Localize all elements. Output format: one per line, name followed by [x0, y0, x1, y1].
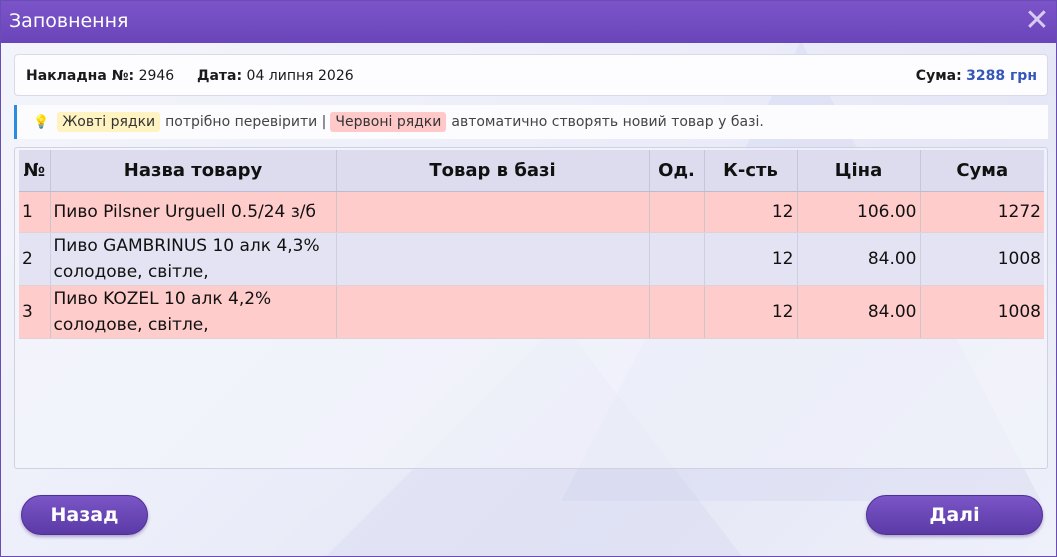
back-button[interactable]: Назад: [21, 495, 148, 535]
close-icon[interactable]: ✕: [1022, 6, 1052, 36]
invoice-sum-label: Сума:: [915, 68, 962, 84]
cell-db-item[interactable]: [336, 285, 650, 339]
table-row[interactable]: 3 Пиво KOZEL 10 алк 4,2% солодове, світле…: [19, 285, 1044, 339]
hint-text-2: автоматично створять новий товар у базі.: [451, 114, 764, 130]
cell-no: 1: [19, 191, 51, 233]
invoice-sum: Сума: 3288 грн: [916, 68, 1037, 84]
window-title: Заповнення: [9, 10, 129, 32]
cell-unit: [649, 191, 705, 233]
column-header-db-item[interactable]: Товар в базі: [336, 150, 650, 192]
cell-unit: [649, 285, 705, 339]
cell-name: Пиво GAMBRINUS 10 алк 4,3% солодове, сві…: [50, 232, 337, 286]
column-header-name[interactable]: Назва товару: [50, 150, 337, 192]
cell-no: 3: [19, 285, 51, 339]
title-bar: Заповнення ✕: [1, 1, 1056, 43]
cell-price: 84.00: [797, 232, 921, 286]
cell-qty: 12: [704, 232, 798, 286]
items-table-panel: № Назва товару Товар в базі Од. К-сть Ці…: [14, 147, 1048, 469]
invoice-number-value: 2946: [138, 68, 175, 84]
yellow-rows-tag: Жовті рядки: [57, 112, 161, 132]
cell-name: Пиво KOZEL 10 алк 4,2% солодове, світле,: [50, 285, 337, 339]
invoice-date: Дата: 04 липня 2026: [197, 68, 354, 84]
cell-sum: 1008: [920, 285, 1044, 339]
table-header-row: № Назва товару Товар в базі Од. К-сть Ці…: [19, 150, 1044, 192]
lightbulb-icon: 💡: [33, 114, 50, 130]
column-header-price[interactable]: Ціна: [797, 150, 921, 192]
invoice-date-value: 04 липня 2026: [246, 68, 354, 84]
cell-price: 84.00: [797, 285, 921, 339]
column-header-sum[interactable]: Сума: [920, 150, 1044, 192]
hint-text-1: потрібно перевірити |: [165, 114, 327, 130]
column-header-no[interactable]: №: [19, 150, 51, 192]
invoice-date-label: Дата:: [197, 68, 243, 84]
cell-no: 2: [19, 232, 51, 286]
table-row[interactable]: 2 Пиво GAMBRINUS 10 алк 4,3% солодове, св…: [19, 232, 1044, 286]
items-table: № Назва товару Товар в базі Од. К-сть Ці…: [19, 150, 1044, 339]
cell-name: Пиво Pilsner Urguell 0.5/24 з/б: [50, 191, 337, 233]
cell-qty: 12: [704, 285, 798, 339]
hint-bar: 💡 Жовті рядки потрібно перевірити | Черв…: [14, 105, 1048, 139]
cell-qty: 12: [704, 191, 798, 233]
invoice-number-label: Накладна №:: [26, 68, 135, 84]
cell-sum: 1272: [920, 191, 1044, 233]
next-button[interactable]: Далі: [866, 495, 1043, 535]
cell-price: 106.00: [797, 191, 921, 233]
invoice-sum-value: 3288 грн: [966, 68, 1037, 84]
cell-db-item[interactable]: [336, 232, 650, 286]
cell-unit: [649, 232, 705, 286]
cell-sum: 1008: [920, 232, 1044, 286]
table-row[interactable]: 1 Пиво Pilsner Urguell 0.5/24 з/б 12 106.00…: [19, 191, 1044, 233]
invoice-number: Накладна №: 2946: [26, 68, 174, 84]
cell-db-item[interactable]: [336, 191, 650, 233]
invoice-info-bar: Накладна №: 2946 Дата: 04 липня 2026 Сум…: [14, 54, 1048, 96]
column-header-qty[interactable]: К-сть: [704, 150, 798, 192]
fill-dialog: Заповнення ✕ Накладна №: 2946 Дата: 04 л…: [0, 0, 1057, 557]
red-rows-tag: Червоні рядки: [330, 112, 447, 132]
column-header-unit[interactable]: Од.: [649, 150, 705, 192]
